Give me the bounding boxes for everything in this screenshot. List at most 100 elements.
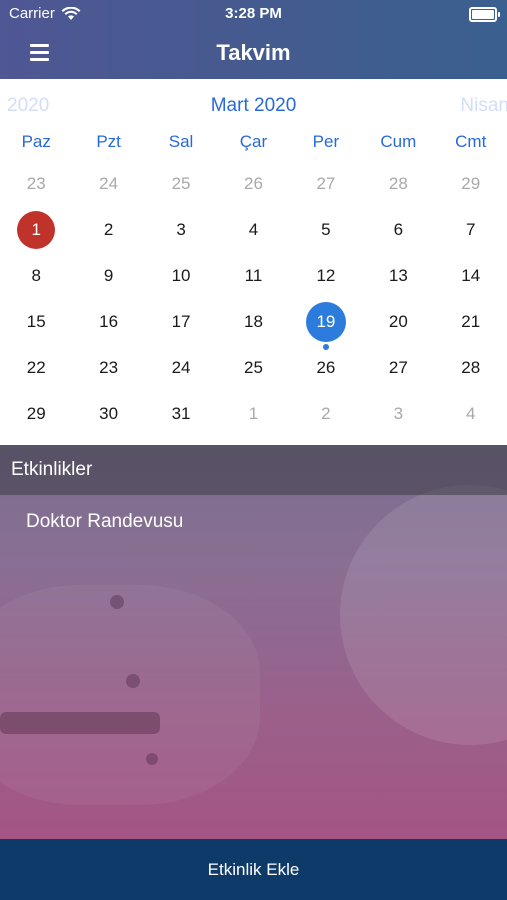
- calendar-day[interactable]: 4: [217, 207, 289, 253]
- calendar-day[interactable]: 10: [145, 253, 217, 299]
- weekday-label: Cum: [380, 132, 417, 151]
- day-number: 4: [466, 404, 476, 423]
- calendar-day[interactable]: 8: [0, 253, 72, 299]
- calendar-day[interactable]: 23: [72, 345, 144, 391]
- weekday-label: Cmt: [455, 132, 487, 151]
- day-number: 25: [171, 174, 191, 193]
- day-number: 4: [248, 220, 259, 239]
- page-title: Takvim: [216, 40, 291, 65]
- nav-bar: Takvim: [0, 28, 507, 79]
- calendar-day[interactable]: 23: [0, 161, 72, 207]
- day-number: 27: [316, 174, 336, 193]
- calendar-day[interactable]: 24: [72, 161, 144, 207]
- calendar-day[interactable]: 17: [145, 299, 217, 345]
- calendar-day[interactable]: 27: [290, 161, 362, 207]
- day-number: 19: [316, 312, 336, 331]
- day-number: 13: [388, 266, 408, 285]
- day-number: 3: [176, 220, 186, 239]
- day-number: 26: [316, 358, 336, 377]
- calendar-day[interactable]: 25: [145, 161, 217, 207]
- calendar-day[interactable]: 1: [217, 391, 289, 437]
- calendar-week-row: 22 23 24 25 26 27 28: [0, 345, 507, 391]
- calendar-day[interactable]: 27: [362, 345, 434, 391]
- next-month-label[interactable]: Nisan: [460, 95, 507, 117]
- weekday-label: Çar: [239, 132, 268, 151]
- calendar: 2020 Mart 2020 Nisan Paz Pzt Sal Çar Per…: [0, 79, 507, 445]
- calendar-day[interactable]: 11: [217, 253, 289, 299]
- calendar-day[interactable]: 3: [145, 207, 217, 253]
- calendar-day[interactable]: 28: [362, 161, 434, 207]
- day-number: 17: [171, 312, 191, 331]
- calendar-day[interactable]: 16: [72, 299, 144, 345]
- day-number: 2: [103, 220, 114, 239]
- day-number: 8: [31, 266, 41, 285]
- weekday-label: Sal: [168, 132, 194, 151]
- day-number: 16: [99, 312, 119, 331]
- calendar-day[interactable]: 2: [72, 207, 144, 253]
- day-number: 28: [461, 358, 481, 377]
- add-event-button[interactable]: Etkinlik Ekle: [0, 839, 507, 900]
- calendar-day[interactable]: 30: [72, 391, 144, 437]
- calendar-day[interactable]: 29: [435, 161, 507, 207]
- day-number: 28: [388, 174, 408, 193]
- day-number: 24: [99, 174, 119, 193]
- events-header: Etkinlikler: [0, 445, 507, 495]
- calendar-day[interactable]: 21: [435, 299, 507, 345]
- calendar-week-row: 29 30 31 1 2 3 4: [0, 391, 507, 437]
- top-header: Carrier 3:28 PM Takvim: [0, 0, 507, 79]
- calendar-day[interactable]: 13: [362, 253, 434, 299]
- day-number: 25: [244, 358, 263, 377]
- calendar-day[interactable]: 20: [362, 299, 434, 345]
- weekday-label: Per: [312, 132, 340, 151]
- calendar-day[interactable]: 22: [0, 345, 72, 391]
- calendar-week-row: 15 16 17 18 19 20 21: [0, 299, 507, 350]
- day-number: 30: [99, 404, 119, 423]
- day-number: 5: [321, 220, 331, 239]
- calendar-day[interactable]: 6: [362, 207, 434, 253]
- calendar-week-row: 1 2 3 4 5 6 7: [0, 207, 507, 253]
- calendar-day[interactable]: 5: [290, 207, 362, 253]
- month-header: 2020 Mart 2020 Nisan: [0, 79, 507, 134]
- weekday-label: Paz: [21, 132, 51, 151]
- calendar-day[interactable]: 26: [290, 345, 362, 391]
- event-item[interactable]: Doktor Randevusu: [26, 511, 183, 533]
- calendar-day[interactable]: 18: [217, 299, 289, 345]
- day-number: 6: [393, 220, 404, 239]
- calendar-day[interactable]: 12: [290, 253, 362, 299]
- day-grid: 23 24 25 26 27 28 29 1 2 3 4 5 6 7 8 9 10 11 12 13 14 15 16 17 1…: [0, 161, 507, 437]
- calendar-day[interactable]: 14: [435, 253, 507, 299]
- status-bar: Carrier 3:28 PM: [0, 0, 507, 28]
- calendar-day[interactable]: 28: [435, 345, 507, 391]
- calendar-day[interactable]: 9: [72, 253, 144, 299]
- calendar-day[interactable]: 24: [145, 345, 217, 391]
- day-number: 29: [461, 174, 481, 193]
- calendar-day[interactable]: 15: [0, 299, 72, 345]
- current-month-label: Mart 2020: [210, 95, 297, 116]
- events-header-label: Etkinlikler: [11, 459, 93, 480]
- calendar-day[interactable]: 2: [290, 391, 362, 437]
- battery-icon: [469, 7, 500, 22]
- weekday-row: Paz Pzt Sal Çar Per Cum Cmt: [0, 132, 507, 156]
- calendar-day[interactable]: 29: [0, 391, 72, 437]
- weekday-label: Pzt: [96, 132, 121, 151]
- calendar-day-selected[interactable]: 19: [290, 299, 362, 350]
- calendar-day[interactable]: 7: [435, 207, 507, 253]
- day-number: 18: [244, 312, 263, 331]
- day-number: 29: [26, 404, 46, 423]
- day-number: 2: [321, 404, 331, 423]
- day-number: 21: [461, 312, 481, 331]
- calendar-day-today[interactable]: 1: [0, 207, 72, 253]
- calendar-week-row: 23 24 25 26 27 28 29: [0, 161, 507, 207]
- calendar-day[interactable]: 31: [145, 391, 217, 437]
- calendar-day[interactable]: 3: [362, 391, 434, 437]
- day-number: 15: [26, 312, 46, 331]
- calendar-day[interactable]: 26: [217, 161, 289, 207]
- day-number: 22: [26, 358, 46, 377]
- day-number: 11: [244, 266, 263, 285]
- day-number: 31: [171, 404, 191, 423]
- day-number: 27: [388, 358, 408, 377]
- day-number: 26: [244, 174, 263, 193]
- day-number: 23: [26, 174, 46, 193]
- calendar-day[interactable]: 25: [217, 345, 289, 391]
- calendar-day[interactable]: 4: [435, 391, 507, 437]
